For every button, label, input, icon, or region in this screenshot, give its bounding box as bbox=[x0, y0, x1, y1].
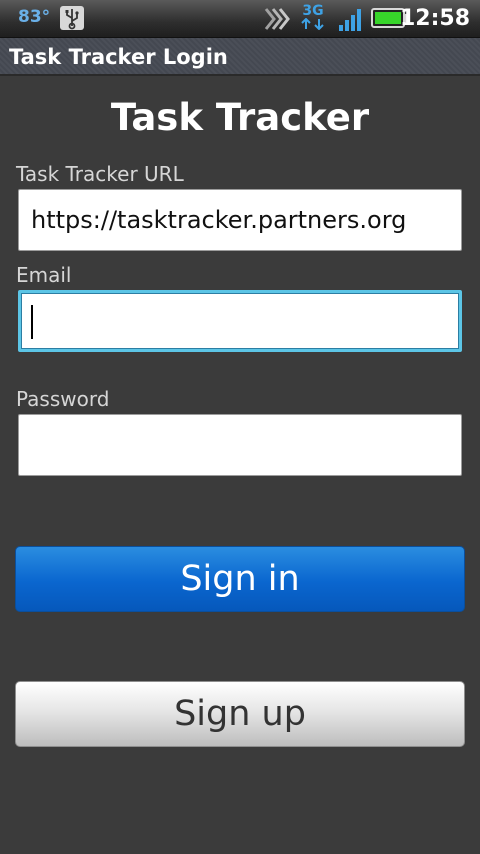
network-type-label: 3G bbox=[302, 3, 324, 19]
password-input[interactable] bbox=[18, 414, 462, 476]
sign-in-button[interactable]: Sign in bbox=[15, 546, 465, 612]
email-label: Email bbox=[16, 263, 72, 287]
wifi-icon bbox=[262, 6, 290, 32]
usb-icon bbox=[60, 6, 84, 30]
temperature-indicator: 83° bbox=[18, 7, 51, 27]
3g-network-icon: 3G bbox=[298, 4, 328, 32]
login-screen: 83° 3G 12:58 Task Tracker Login Task Tra… bbox=[0, 0, 480, 854]
email-input[interactable] bbox=[18, 290, 462, 352]
signal-strength-icon bbox=[338, 8, 364, 32]
password-label: Password bbox=[16, 387, 110, 411]
window-title: Task Tracker Login bbox=[9, 45, 228, 69]
clock: 12:58 bbox=[399, 6, 470, 31]
app-heading: Task Tracker bbox=[110, 96, 370, 139]
sign-up-button[interactable]: Sign up bbox=[15, 681, 465, 747]
status-bar: 83° 3G 12:58 bbox=[0, 0, 480, 38]
title-bar: Task Tracker Login bbox=[0, 38, 480, 76]
url-input[interactable] bbox=[18, 189, 462, 251]
url-label: Task Tracker URL bbox=[16, 162, 184, 186]
text-cursor bbox=[31, 305, 33, 339]
